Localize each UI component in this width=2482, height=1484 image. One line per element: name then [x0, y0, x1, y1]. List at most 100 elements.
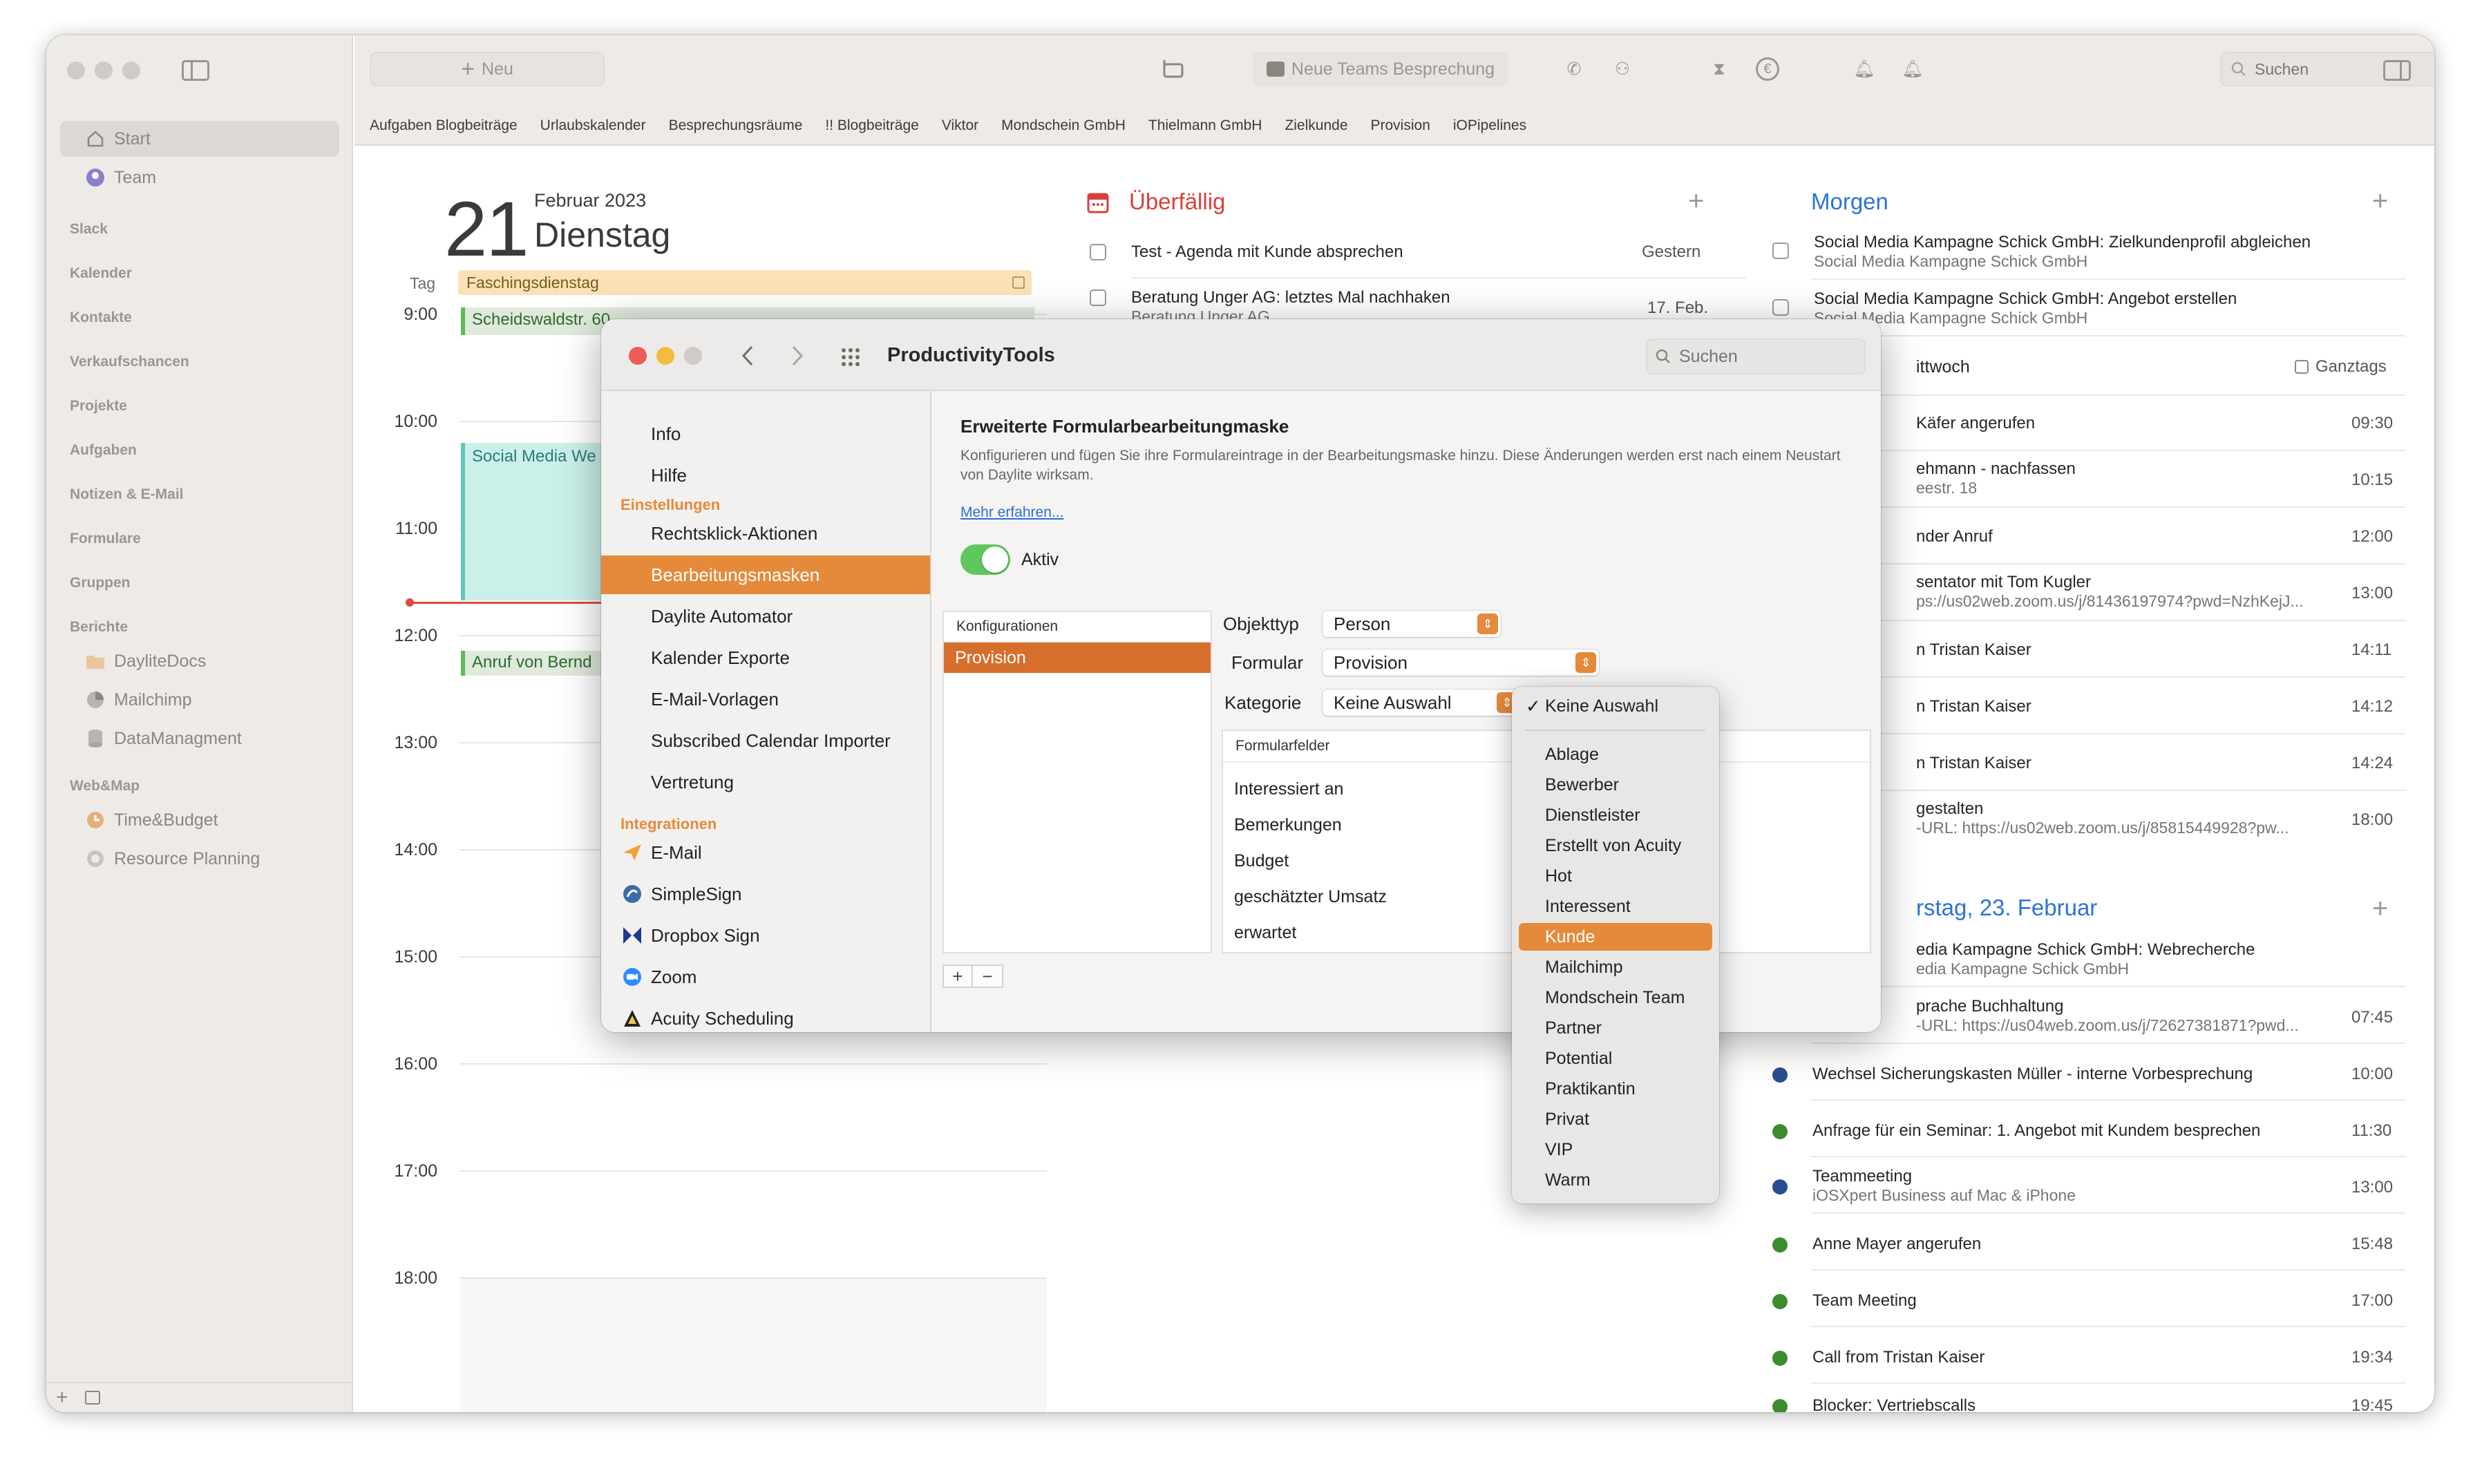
window-zoom-button[interactable] — [122, 61, 140, 79]
event-row[interactable]: Anfrage für ein Seminar: 1. Angebot mit … — [1772, 1121, 2260, 1141]
sidebar-section-gruppen[interactable]: Gruppen — [70, 575, 131, 591]
menu-item-selected[interactable]: Kunde — [1519, 923, 1712, 951]
grid-icon[interactable] — [840, 347, 861, 368]
event-row[interactable]: Wechsel Sicherungskasten Müller - intern… — [1772, 1065, 2253, 1084]
event-row[interactable]: Call from Tristan Kaiser — [1772, 1348, 1984, 1367]
tomorrow-add-button[interactable]: + — [2372, 186, 2388, 217]
menu-item[interactable]: Erstellt von Acuity — [1519, 832, 1712, 859]
form-field-row[interactable]: Interessiert an — [1234, 771, 1387, 807]
sidebar-section-slack[interactable]: Slack — [70, 221, 108, 238]
sidebar-item-mailchimp[interactable]: Mailchimp — [60, 682, 339, 718]
menu-item[interactable]: Partner — [1519, 1014, 1712, 1042]
calendar-small-icon[interactable] — [84, 1391, 100, 1405]
sidebar-item-daylitedocs[interactable]: DayliteDocs — [60, 643, 339, 679]
phone-icon[interactable]: ✆ — [1557, 52, 1591, 86]
nav-acuity[interactable]: Acuity Scheduling — [601, 999, 930, 1032]
event-row[interactable]: Team Meeting — [1772, 1291, 1917, 1311]
sidebar-item-team[interactable]: Team — [60, 160, 339, 196]
nav-simplesign[interactable]: SimpleSign — [601, 875, 930, 913]
thursday-add-button[interactable]: + — [2372, 893, 2388, 924]
sidebar-section-kalender[interactable]: Kalender — [70, 265, 132, 282]
nav-bearbeitungsmasken[interactable]: Bearbeitungsmasken — [601, 555, 930, 594]
thursday-task[interactable]: edia Kampagne Schick GmbH: Webrecherche e… — [1916, 940, 2255, 979]
tab-provision[interactable]: Provision — [1371, 117, 1430, 134]
menu-item[interactable]: Potential — [1519, 1045, 1712, 1072]
overdue-add-button[interactable]: + — [1688, 186, 1704, 217]
nav-dropbox-sign[interactable]: Dropbox Sign — [601, 916, 930, 955]
bell-icon[interactable]: 🔔︎ — [1895, 52, 1930, 86]
tab-blogbeitraege[interactable]: !! Blogbeiträge — [825, 117, 918, 134]
sidebar-item-datamanagment[interactable]: DataManagment — [60, 721, 339, 757]
menu-item[interactable]: VIP — [1519, 1136, 1712, 1163]
sidebar-section-formulare[interactable]: Formulare — [70, 531, 141, 547]
config-item-provision[interactable]: Provision — [944, 643, 1211, 673]
event-item[interactable]: ehmann - nachfassen eestr. 18 — [1916, 459, 2076, 498]
sidebar-toggle-icon[interactable] — [182, 60, 209, 81]
sidebar-section-kontakte[interactable]: Kontakte — [70, 310, 132, 326]
tab-besprechungsraeume[interactable]: Besprechungsräume — [669, 117, 803, 134]
nav-email[interactable]: E-Mail — [601, 833, 930, 872]
kategorie-select[interactable]: Keine Auswahl ⇕ — [1323, 689, 1520, 716]
forward-icon[interactable] — [789, 344, 806, 368]
nav-kalender-exporte[interactable]: Kalender Exporte — [601, 638, 930, 677]
event-row[interactable]: Blocker: Vertriebscalls — [1772, 1396, 1976, 1412]
sidebar-item-start[interactable]: Start — [60, 121, 339, 157]
event-title[interactable]: nder Anruf — [1916, 527, 1993, 546]
euro-icon[interactable]: € — [1750, 52, 1785, 86]
sidebar-item-timebudget[interactable]: Time&Budget — [60, 802, 339, 838]
sidebar-section-notizen[interactable]: Notizen & E-Mail — [70, 486, 184, 503]
tab-aufgaben-blogbeitraege[interactable]: Aufgaben Blogbeiträge — [370, 117, 518, 134]
tab-thielmann[interactable]: Thielmann GmbH — [1148, 117, 1262, 134]
event-row[interactable]: Anne Mayer angerufen — [1772, 1235, 1981, 1254]
event-row[interactable]: Teammeeting iOSXpert Business auf Mac & i… — [1772, 1167, 2076, 1206]
inspector-toggle-icon[interactable] — [2383, 60, 2411, 81]
form-field-row[interactable]: Bemerkungen — [1234, 807, 1387, 843]
nav-email-vorlagen[interactable]: E-Mail-Vorlagen — [601, 680, 930, 719]
menu-item[interactable]: Bewerber — [1519, 771, 1712, 799]
event-item[interactable]: sentator mit Tom Kugler ps://us02web.zoom… — [1916, 573, 2304, 611]
task-checkbox[interactable] — [1090, 289, 1106, 306]
menu-item[interactable]: Praktikantin — [1519, 1075, 1712, 1103]
nav-daylite-automator[interactable]: Daylite Automator — [601, 597, 930, 636]
tab-zielkunde[interactable]: Zielkunde — [1285, 117, 1347, 134]
objekttyp-select[interactable]: Person ⇕ — [1323, 611, 1501, 637]
timer-icon[interactable]: ⧗ — [1702, 52, 1736, 86]
form-field-row[interactable]: erwartet — [1234, 915, 1387, 951]
formular-select[interactable]: Provision ⇕ — [1323, 649, 1599, 676]
event-item[interactable]: gestalten -URL: https://us02web.zoom.us/j… — [1916, 799, 2289, 838]
sidebar-section-aufgaben[interactable]: Aufgaben — [70, 442, 137, 459]
modal-search[interactable] — [1646, 339, 1866, 374]
form-field-row[interactable]: geschätzter Umsatz — [1234, 879, 1387, 915]
notification-settings-icon[interactable]: 🔔︎ — [1847, 52, 1882, 86]
menu-item[interactable]: Dienstleister — [1519, 801, 1712, 829]
nav-vertretung[interactable]: Vertretung — [601, 763, 930, 801]
menu-item[interactable]: Interessent — [1519, 893, 1712, 920]
nav-zoom[interactable]: Zoom — [601, 958, 930, 996]
window-minimize-button[interactable] — [95, 61, 113, 79]
sidebar-section-projekte[interactable]: Projekte — [70, 398, 127, 415]
modal-close-button[interactable] — [629, 347, 647, 365]
sidebar-item-resource-planning[interactable]: Resource Planning — [60, 841, 339, 877]
add-config-button[interactable]: + — [942, 964, 973, 988]
sidebar-section-berichte[interactable]: Berichte — [70, 619, 128, 636]
allday-expand-icon[interactable] — [1012, 276, 1025, 289]
task-checkbox[interactable] — [1772, 299, 1789, 316]
nav-rechtsklick[interactable]: Rechtsklick-Aktionen — [601, 514, 930, 553]
tab-iopipelines[interactable]: iOPipelines — [1453, 117, 1526, 134]
new-button[interactable]: + Neu — [370, 52, 605, 86]
event-title[interactable]: n Tristan Kaiser — [1916, 754, 2031, 773]
modal-minimize-button[interactable] — [656, 347, 674, 365]
event-item[interactable]: prache Buchhaltung -URL: https://us04web.… — [1916, 997, 2299, 1036]
tab-mondschein[interactable]: Mondschein GmbH — [1001, 117, 1126, 134]
menu-item-keine-auswahl[interactable]: ✓ Keine Auswahl — [1519, 692, 1712, 720]
menu-item[interactable]: Ablage — [1519, 741, 1712, 768]
nav-hilfe[interactable]: Hilfe — [601, 456, 930, 495]
tab-viktor[interactable]: Viktor — [942, 117, 978, 134]
modal-zoom-button[interactable] — [684, 347, 702, 365]
contact-phone-icon[interactable]: ⚇ — [1605, 52, 1640, 86]
overdue-task[interactable]: Test - Agenda mit Kunde absprechen — [1090, 242, 1403, 262]
nav-info[interactable]: Info — [601, 415, 930, 453]
back-icon[interactable] — [739, 344, 756, 368]
event-title[interactable]: Käfer angerufen — [1916, 414, 2035, 433]
nav-subscribed-calendar[interactable]: Subscribed Calendar Importer — [601, 721, 930, 760]
